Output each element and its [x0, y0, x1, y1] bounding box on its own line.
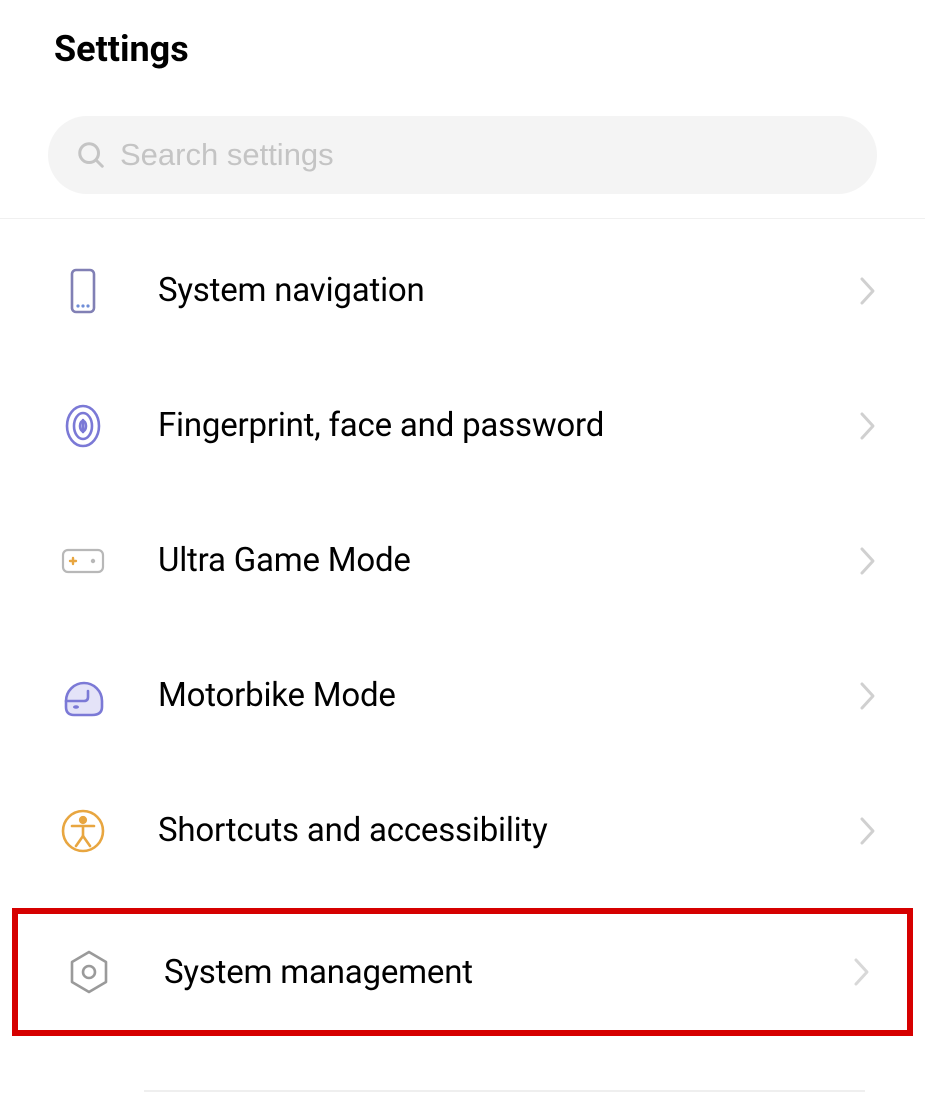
- fingerprint-icon: [60, 403, 106, 449]
- chevron-right-icon: [859, 276, 877, 306]
- search-input[interactable]: [120, 137, 849, 173]
- helmet-icon: [60, 673, 106, 719]
- row-fingerprint[interactable]: Fingerprint, face and password: [0, 358, 925, 493]
- search-container: [0, 70, 925, 218]
- phone-icon: [60, 268, 106, 314]
- chevron-right-icon: [853, 957, 871, 987]
- page-title: Settings: [0, 0, 925, 70]
- row-shortcuts-accessibility[interactable]: Shortcuts and accessibility: [0, 763, 925, 898]
- row-label: Shortcuts and accessibility: [158, 811, 859, 850]
- row-ultra-game-mode[interactable]: Ultra Game Mode: [0, 493, 925, 628]
- divider: [144, 1090, 865, 1092]
- row-system-management[interactable]: System management: [18, 914, 907, 1030]
- row-motorbike-mode[interactable]: Motorbike Mode: [0, 628, 925, 763]
- accessibility-icon: [60, 808, 106, 854]
- highlight-box: System management: [12, 908, 913, 1036]
- search-bar[interactable]: [48, 116, 877, 194]
- chevron-right-icon: [859, 681, 877, 711]
- row-label: Fingerprint, face and password: [158, 406, 859, 445]
- row-label: System management: [164, 953, 853, 992]
- chevron-right-icon: [859, 816, 877, 846]
- row-label: System navigation: [158, 271, 859, 310]
- row-system-navigation[interactable]: System navigation: [0, 223, 925, 358]
- settings-list: System navigation Fingerprint, face and …: [0, 219, 925, 902]
- chevron-right-icon: [859, 546, 877, 576]
- row-label: Ultra Game Mode: [158, 541, 859, 580]
- row-label: Motorbike Mode: [158, 676, 859, 715]
- gear-hex-icon: [66, 949, 112, 995]
- chevron-right-icon: [859, 411, 877, 441]
- gamepad-icon: [60, 538, 106, 584]
- search-icon: [76, 140, 106, 170]
